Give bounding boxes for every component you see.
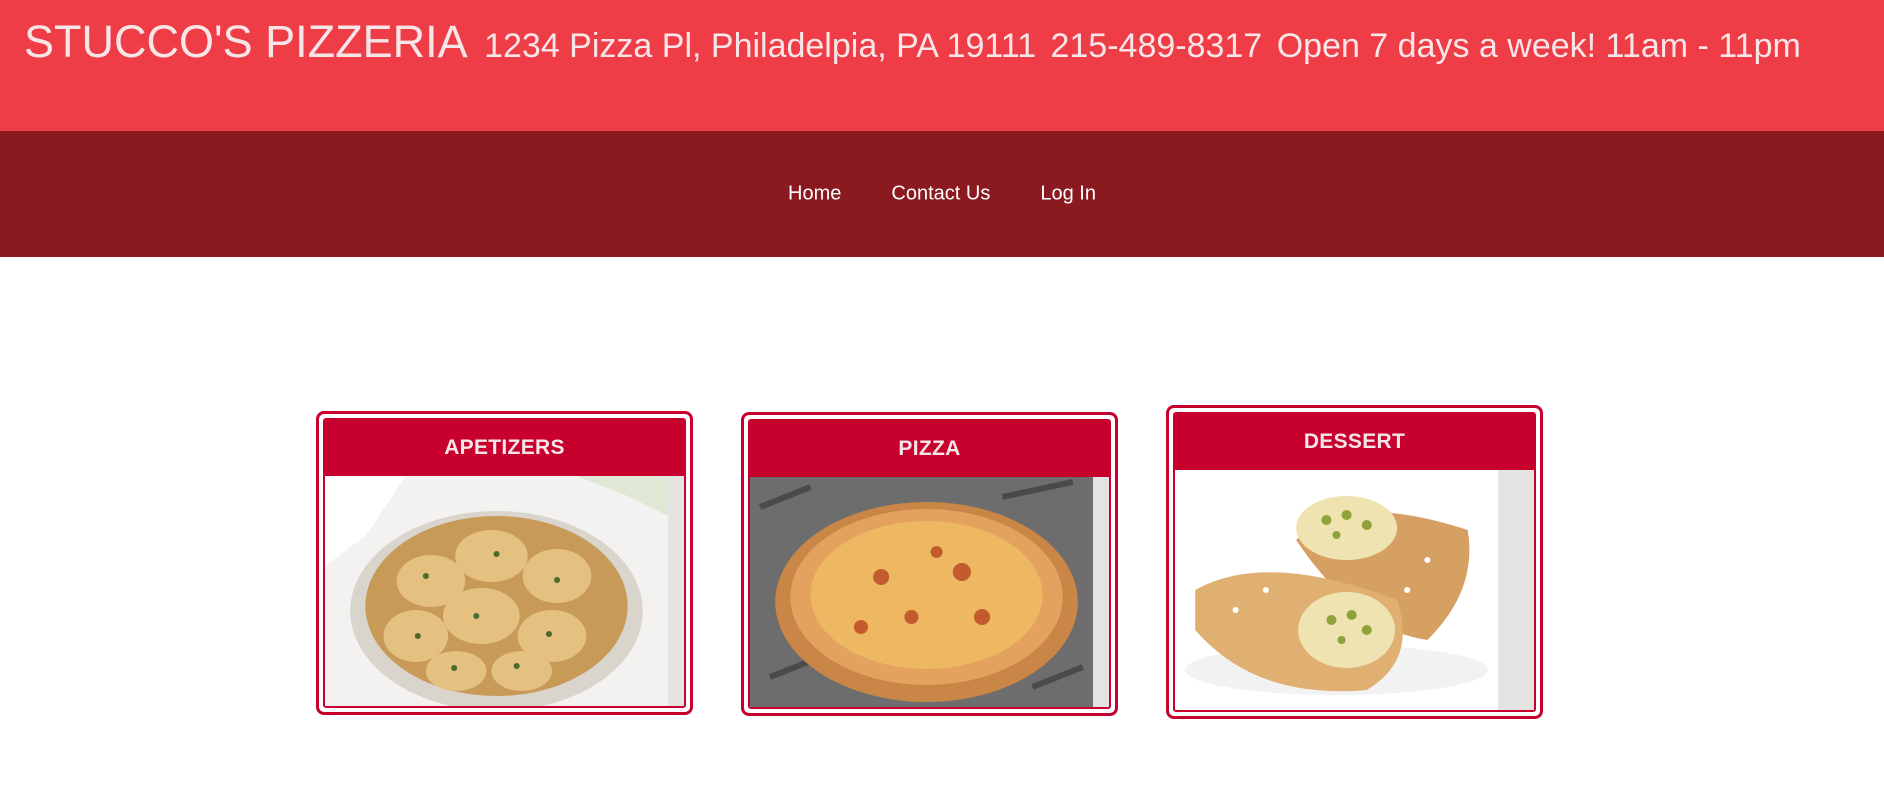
card-frame: APETIZERS bbox=[323, 418, 686, 708]
menu-card-pizza[interactable]: PIZZA bbox=[741, 412, 1118, 716]
image-gutter bbox=[1498, 470, 1534, 710]
card-image[interactable] bbox=[325, 476, 684, 706]
card-title: DESSERT bbox=[1175, 414, 1534, 470]
site-header: STUCCO'S PIZZERIA 1234 Pizza Pl, Philade… bbox=[0, 0, 1884, 131]
opening-hours: Open 7 days a week! 11am - 11pm bbox=[1276, 27, 1801, 65]
menu-card-dessert[interactable]: DESSERT bbox=[1166, 405, 1543, 719]
card-title: APETIZERS bbox=[325, 420, 684, 476]
image-gutter bbox=[1093, 477, 1109, 707]
card-title: PIZZA bbox=[750, 421, 1109, 477]
nav-contact-link[interactable]: Contact Us bbox=[891, 183, 990, 206]
main-nav: Home Contact Us Log In bbox=[0, 131, 1884, 257]
image-gutter bbox=[668, 476, 684, 706]
phone-number: 215-489-8317 bbox=[1050, 27, 1263, 65]
cannoli-image bbox=[1175, 470, 1498, 710]
garlic-knots-image bbox=[325, 476, 668, 706]
card-image[interactable] bbox=[1175, 470, 1534, 710]
pizza-image bbox=[750, 477, 1093, 707]
nav-home-link[interactable]: Home bbox=[788, 183, 841, 206]
header-info-line: STUCCO'S PIZZERIA 1234 Pizza Pl, Philade… bbox=[24, 16, 1811, 68]
card-frame: DESSERT bbox=[1173, 412, 1536, 712]
address: 1234 Pizza Pl, Philadelpia, PA 19111 bbox=[484, 27, 1037, 65]
brand-name: STUCCO'S PIZZERIA bbox=[24, 16, 468, 67]
menu-card-apetizers[interactable]: APETIZERS bbox=[316, 411, 693, 715]
card-image[interactable] bbox=[750, 477, 1109, 707]
card-frame: PIZZA bbox=[748, 419, 1111, 709]
nav-login-link[interactable]: Log In bbox=[1040, 183, 1096, 206]
nav-list: Home Contact Us Log In bbox=[788, 183, 1096, 206]
